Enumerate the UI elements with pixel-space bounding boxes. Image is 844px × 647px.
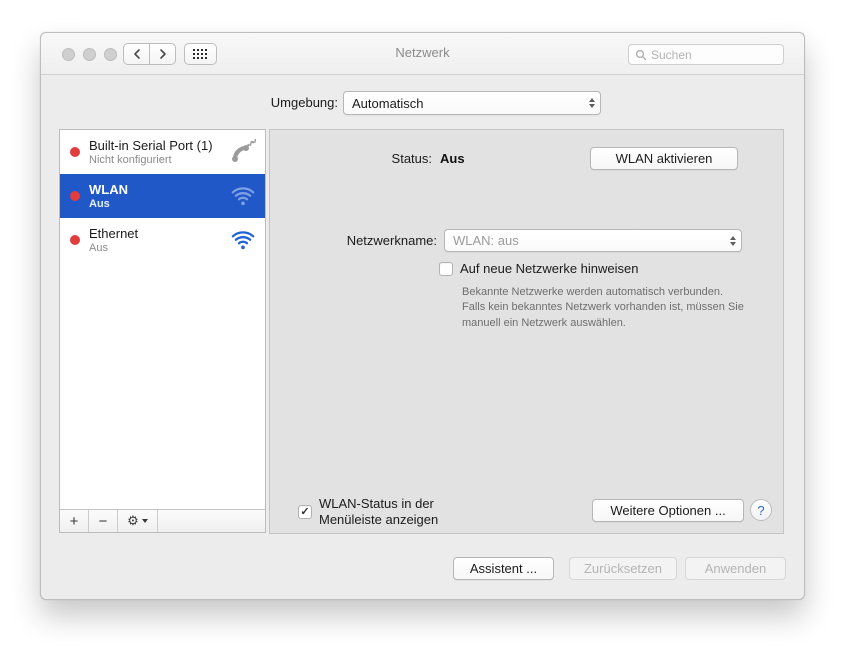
known-networks-helper-text: Bekannte Netzwerke werden automatisch ve…: [462, 285, 744, 331]
help-button[interactable]: ?: [750, 499, 772, 521]
service-status: Aus: [89, 198, 128, 210]
revert-button[interactable]: Zurücksetzen: [569, 557, 677, 580]
sidebar-item-ethernet[interactable]: Ethernet Aus: [60, 218, 265, 262]
wifi-icon: [230, 228, 256, 252]
apply-button[interactable]: Anwenden: [685, 557, 786, 580]
chevron-down-icon: [142, 519, 148, 523]
status-dot-red: [70, 235, 80, 245]
wifi-icon: [230, 184, 256, 208]
status-dot-red: [70, 147, 80, 157]
add-service-button[interactable]: +: [60, 510, 89, 532]
status-dot-red: [70, 191, 80, 201]
service-title: Ethernet: [89, 226, 138, 241]
menubar-status-row: ✓ WLAN-Status in der Menüleiste anzeigen: [298, 496, 438, 529]
sidebar-item-wlan[interactable]: WLAN Aus: [60, 174, 265, 218]
chevron-up-down-icon: [589, 98, 595, 108]
services-sidebar: Built-in Serial Port (1) Nicht konfiguri…: [59, 129, 266, 533]
service-status: Aus: [89, 242, 138, 254]
sidebar-item-serial-port[interactable]: Built-in Serial Port (1) Nicht konfiguri…: [60, 130, 265, 174]
location-popup-value: Automatisch: [352, 96, 424, 111]
helper-line: Bekannte Netzwerke werden automatisch ve…: [462, 285, 744, 300]
menubar-status-label: WLAN-Status in der Menüleiste anzeigen: [319, 496, 438, 529]
sidebar-footer: + − ⚙: [60, 509, 265, 532]
menubar-status-checkbox[interactable]: ✓: [298, 505, 312, 519]
action-menu-button[interactable]: ⚙: [118, 510, 158, 532]
status-value: Aus: [440, 151, 465, 166]
gear-icon: ⚙: [127, 513, 139, 529]
search-field[interactable]: [628, 44, 784, 65]
advanced-options-button[interactable]: Weitere Optionen ...: [592, 499, 744, 522]
ask-new-networks-row: Auf neue Netzwerke hinweisen: [439, 261, 639, 277]
helper-line: manuell ein Netzwerk auswählen.: [462, 316, 744, 331]
network-preferences-window: Netzwerk Umgebung: Automatisch Built-in …: [40, 32, 805, 600]
network-name-popup[interactable]: WLAN: aus: [444, 229, 742, 252]
location-label: Umgebung:: [191, 95, 338, 110]
service-title: WLAN: [89, 182, 128, 197]
chevron-up-down-icon: [730, 236, 736, 246]
service-status: Nicht konfiguriert: [89, 154, 213, 166]
wlan-settings-panel: Status: Aus WLAN aktivieren Netzwerkname…: [269, 129, 784, 534]
search-input[interactable]: [651, 48, 777, 62]
ask-new-networks-label: Auf neue Netzwerke hinweisen: [460, 261, 639, 277]
service-title: Built-in Serial Port (1): [89, 138, 213, 153]
title-bar: Netzwerk: [41, 33, 804, 75]
network-name-value: WLAN: aus: [453, 233, 519, 248]
serial-phone-icon: [229, 139, 256, 166]
status-label: Status:: [270, 151, 432, 166]
assistant-button[interactable]: Assistent ...: [453, 557, 554, 580]
wlan-activate-button[interactable]: WLAN aktivieren: [590, 147, 738, 170]
helper-line: Falls kein bekanntes Netzwerk vorhanden …: [462, 300, 744, 315]
search-icon: [635, 49, 647, 61]
remove-service-button[interactable]: −: [89, 510, 118, 532]
ask-new-networks-checkbox[interactable]: [439, 262, 453, 276]
sidebar-footer-spacer: [158, 510, 265, 532]
network-name-label: Netzwerkname:: [270, 233, 437, 248]
location-popup[interactable]: Automatisch: [343, 91, 601, 115]
